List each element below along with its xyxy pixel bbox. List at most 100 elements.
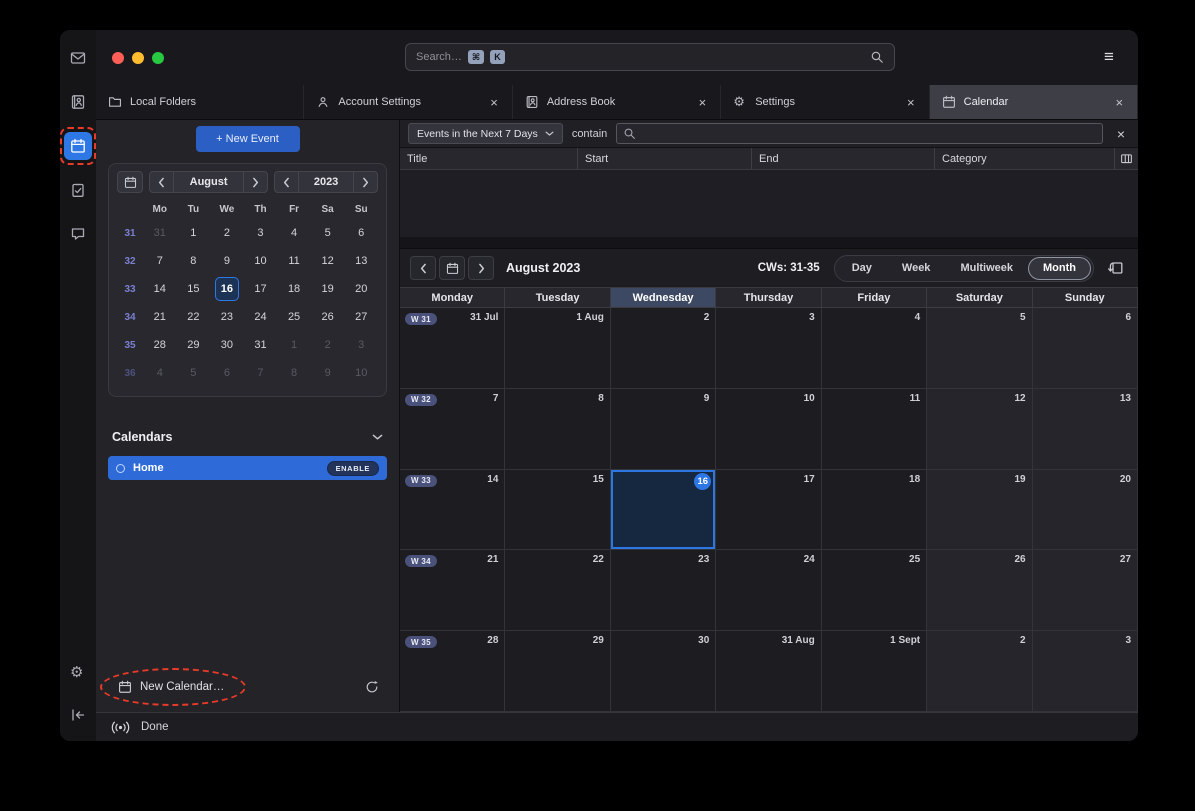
day-cell[interactable]: 26	[927, 550, 1032, 631]
zoom-window-button[interactable]	[152, 52, 164, 64]
previous-month-button[interactable]	[410, 256, 436, 280]
day-cell[interactable]: 2	[611, 308, 716, 389]
mini-cal-day[interactable]: 8	[177, 247, 211, 275]
day-cell[interactable]: 23	[611, 550, 716, 631]
rail-item-address-book[interactable]	[64, 88, 92, 116]
mini-cal-day[interactable]: 19	[311, 275, 345, 303]
mini-cal-day[interactable]: 29	[177, 331, 211, 359]
mini-cal-day[interactable]: 30	[210, 331, 244, 359]
rail-item-calendar[interactable]	[64, 132, 92, 160]
enable-badge[interactable]: ENABLE	[327, 461, 379, 476]
mini-cal-day[interactable]: 21	[143, 303, 177, 331]
mini-cal-day[interactable]: 3	[244, 219, 278, 247]
mini-cal-prev-month-button[interactable]	[150, 172, 173, 192]
day-cell[interactable]: W 3314	[400, 470, 505, 551]
mini-cal-day[interactable]: 1	[177, 219, 211, 247]
mini-cal-day[interactable]: 11	[277, 247, 311, 275]
day-cell[interactable]: 13	[1033, 389, 1138, 470]
day-cell[interactable]: 4	[822, 308, 927, 389]
tab-close-button[interactable]: ×	[905, 95, 917, 110]
day-cell[interactable]: 18	[822, 470, 927, 551]
tab-close-button[interactable]: ×	[488, 95, 500, 110]
events-search-input[interactable]	[616, 123, 1103, 144]
day-cell[interactable]: 24	[716, 550, 821, 631]
mini-cal-day[interactable]: 3	[344, 331, 378, 359]
mini-cal-day[interactable]: 31	[143, 219, 177, 247]
view-day-button[interactable]: Day	[837, 257, 887, 280]
day-cell[interactable]: W 3131 Jul	[400, 308, 505, 389]
day-cell[interactable]: W 3528	[400, 631, 505, 712]
new-event-button[interactable]: + New Event	[196, 126, 300, 152]
mini-cal-day[interactable]: 6	[344, 219, 378, 247]
day-cell[interactable]: 3	[716, 308, 821, 389]
mini-cal-day[interactable]: 18	[277, 275, 311, 303]
mini-cal-next-year-button[interactable]	[354, 172, 377, 192]
mini-cal-day[interactable]: 9	[210, 247, 244, 275]
rail-item-settings[interactable]: ⚙	[64, 659, 92, 687]
column-header-start[interactable]: Start	[578, 148, 752, 169]
rail-item-collapse[interactable]	[64, 701, 92, 729]
day-cell[interactable]: 29	[505, 631, 610, 712]
mini-cal-prev-year-button[interactable]	[275, 172, 298, 192]
mini-cal-day[interactable]: 17	[244, 275, 278, 303]
tab-close-button[interactable]: ×	[1113, 95, 1125, 110]
mini-cal-day[interactable]: 6	[210, 359, 244, 387]
column-picker-button[interactable]	[1115, 148, 1138, 169]
mini-cal-day[interactable]: 7	[244, 359, 278, 387]
mini-cal-day[interactable]: 2	[210, 219, 244, 247]
mini-cal-day[interactable]: 5	[177, 359, 211, 387]
view-week-button[interactable]: Week	[887, 257, 946, 280]
mini-cal-day[interactable]: 15	[177, 275, 211, 303]
day-cell[interactable]: 3	[1033, 631, 1138, 712]
day-cell[interactable]: 31 Aug	[716, 631, 821, 712]
mini-cal-day[interactable]: 27	[344, 303, 378, 331]
app-menu-button[interactable]: ≡	[1095, 44, 1123, 70]
rotate-view-button[interactable]	[1104, 256, 1128, 280]
rail-item-tasks[interactable]	[64, 176, 92, 204]
column-header-category[interactable]: Category	[935, 148, 1115, 169]
events-filter-dropdown[interactable]: Events in the Next 7 Days	[408, 123, 563, 144]
global-search-field[interactable]: Search… ⌘ K	[405, 43, 895, 71]
day-cell[interactable]: W 3421	[400, 550, 505, 631]
day-cell[interactable]: 10	[716, 389, 821, 470]
tab-calendar[interactable]: Calendar×	[930, 85, 1138, 119]
mini-cal-day[interactable]: 12	[311, 247, 345, 275]
calendars-section-header[interactable]: Calendars	[112, 430, 383, 444]
mini-cal-selected-day[interactable]: 16	[210, 275, 244, 303]
mini-cal-day[interactable]: 10	[244, 247, 278, 275]
day-cell[interactable]: 11	[822, 389, 927, 470]
day-cell[interactable]: 20	[1033, 470, 1138, 551]
mini-cal-day[interactable]: 25	[277, 303, 311, 331]
day-cell[interactable]: 12	[927, 389, 1032, 470]
mini-cal-day[interactable]: 1	[277, 331, 311, 359]
view-month-button[interactable]: Month	[1028, 257, 1091, 280]
day-cell[interactable]: 30	[611, 631, 716, 712]
mini-cal-day[interactable]: 9	[311, 359, 345, 387]
day-cell-today[interactable]: 16	[611, 470, 716, 551]
tab-account-settings[interactable]: Account Settings×	[304, 85, 512, 119]
day-cell[interactable]: 25	[822, 550, 927, 631]
day-cell[interactable]: 2	[927, 631, 1032, 712]
mini-cal-next-month-button[interactable]	[244, 172, 267, 192]
tab-close-button[interactable]: ×	[697, 95, 709, 110]
day-cell[interactable]: 1 Sept	[822, 631, 927, 712]
tab-address-book[interactable]: Address Book×	[513, 85, 721, 119]
day-cell[interactable]: 22	[505, 550, 610, 631]
mini-cal-day[interactable]: 7	[143, 247, 177, 275]
day-cell[interactable]: 5	[927, 308, 1032, 389]
close-filter-button[interactable]: ×	[1112, 126, 1130, 142]
mini-cal-day[interactable]: 4	[143, 359, 177, 387]
rail-item-chat[interactable]	[64, 220, 92, 248]
tab-local-folders[interactable]: Local Folders	[96, 85, 304, 119]
day-cell[interactable]: 8	[505, 389, 610, 470]
close-window-button[interactable]	[112, 52, 124, 64]
mini-cal-day[interactable]: 14	[143, 275, 177, 303]
mini-cal-day[interactable]: 31	[244, 331, 278, 359]
calendar-list-item-home[interactable]: Home ENABLE	[108, 456, 387, 480]
mini-cal-day[interactable]: 4	[277, 219, 311, 247]
new-calendar-button[interactable]: New Calendar…	[114, 674, 228, 700]
day-cell[interactable]: 9	[611, 389, 716, 470]
mini-cal-today-button[interactable]	[117, 171, 143, 193]
mini-cal-day[interactable]: 24	[244, 303, 278, 331]
mini-cal-day[interactable]: 5	[311, 219, 345, 247]
